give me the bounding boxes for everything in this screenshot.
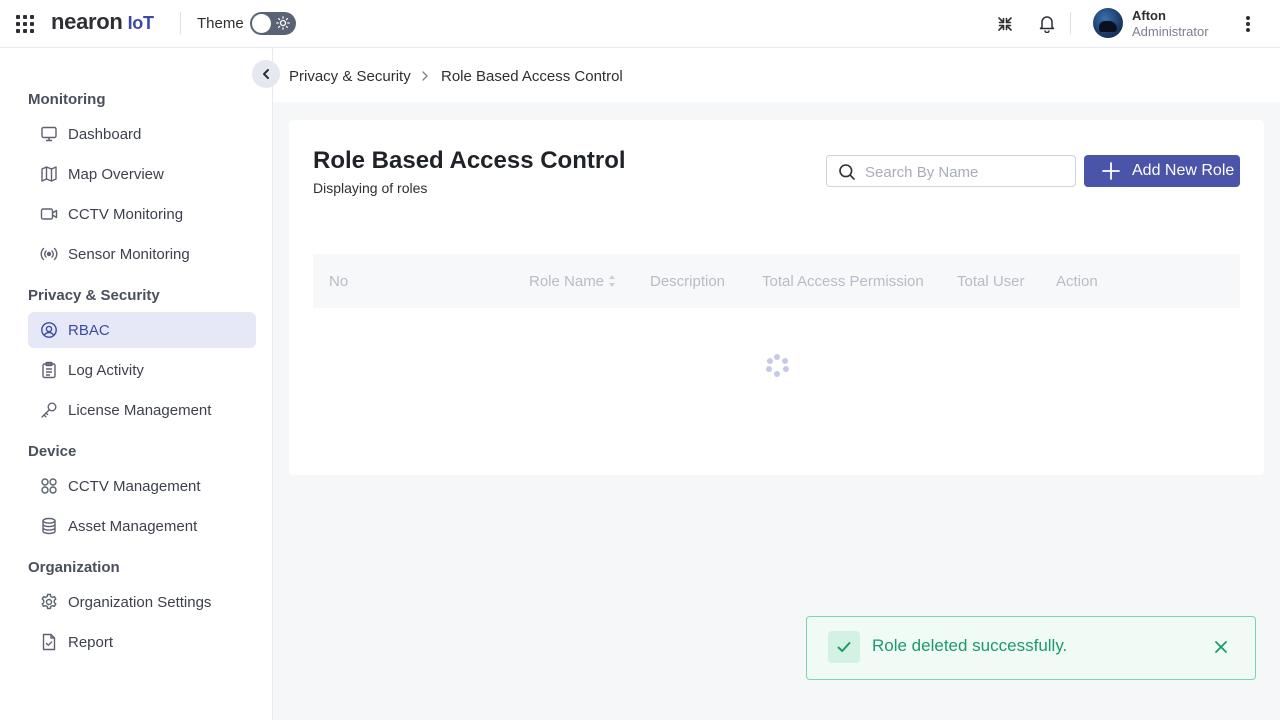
sidebar-item-dashboard[interactable]: Dashboard	[28, 116, 256, 152]
breadcrumb: Privacy & Security Role Based Access Con…	[273, 48, 1280, 102]
sidebar-item-sensor-monitoring[interactable]: Sensor Monitoring	[28, 236, 256, 272]
logo-brand: nearon	[51, 9, 123, 34]
sidebar-section-organization: Organization	[28, 559, 120, 576]
sidebar-section-monitoring: Monitoring	[28, 91, 106, 108]
column-header-total-user: Total User	[957, 273, 1025, 290]
sidebar-item-log-activity[interactable]: Log Activity	[28, 352, 256, 388]
chevron-right-icon	[422, 71, 428, 81]
add-new-role-label: Add New Role	[1132, 162, 1235, 179]
sidebar-item-rbac[interactable]: RBAC	[28, 312, 256, 348]
sort-icon[interactable]	[608, 274, 616, 288]
sidebar-item-map-overview[interactable]: Map Overview	[28, 156, 256, 192]
key-icon	[41, 402, 57, 418]
divider	[180, 12, 181, 34]
document-icon	[42, 633, 56, 651]
top-bar: nearon IoT Theme Afton Administrator	[0, 0, 1280, 48]
loading-spinner	[765, 354, 789, 378]
user-role: Administrator	[1132, 24, 1209, 39]
toggle-knob	[252, 14, 271, 33]
column-header-no: No	[329, 273, 349, 290]
search-box[interactable]	[826, 155, 1076, 187]
logo[interactable]: nearon IoT	[51, 9, 154, 35]
sidebar-item-label: CCTV Monitoring	[68, 206, 184, 223]
clipboard-icon	[42, 361, 56, 379]
monitor-icon	[41, 126, 57, 142]
avatar[interactable]	[1093, 8, 1123, 38]
sidebar-item-organization-settings[interactable]: Organization Settings	[28, 584, 256, 620]
theme-label: Theme	[197, 15, 244, 32]
logo-suffix: IoT	[127, 13, 154, 33]
sidebar-item-license-management[interactable]: License Management	[28, 392, 256, 428]
column-header-role-name[interactable]: Role Name	[529, 273, 604, 290]
add-new-role-button[interactable]: Add New Role	[1084, 155, 1240, 187]
user-circle-icon	[41, 322, 57, 338]
sidebar-item-label: Dashboard	[68, 126, 142, 143]
page-subtitle: Displaying of roles	[313, 180, 428, 196]
more-vertical-icon[interactable]	[1240, 14, 1256, 34]
plus-icon	[1102, 162, 1120, 180]
sidebar-item-asset-management[interactable]: Asset Management	[28, 508, 256, 544]
divider	[1070, 12, 1071, 34]
sidebar-item-label: Sensor Monitoring	[68, 246, 190, 263]
sidebar-item-label: Report	[68, 634, 114, 651]
search-icon	[839, 164, 855, 180]
success-toast: Role deleted successfully.	[806, 616, 1256, 680]
sidebar-item-cctv-management[interactable]: CCTV Management	[28, 468, 256, 504]
column-header-total-access-permission: Total Access Permission	[762, 273, 924, 290]
sidebar-item-label: Log Activity	[68, 362, 144, 379]
sidebar: Monitoring Dashboard Map Overview CCTV M…	[0, 48, 273, 720]
column-header-action: Action	[1056, 273, 1098, 290]
table-header: No Role Name Description Total Access Pe…	[313, 254, 1240, 308]
breadcrumb-current: Role Based Access Control	[441, 68, 623, 85]
sidebar-collapse-button[interactable]	[252, 60, 280, 88]
sidebar-item-label: Organization Settings	[68, 594, 212, 611]
user-name: Afton	[1132, 8, 1166, 23]
search-input[interactable]	[865, 162, 1065, 182]
sidebar-item-report[interactable]: Report	[28, 624, 256, 660]
page-title: Role Based Access Control	[313, 147, 626, 174]
check-icon	[828, 631, 860, 663]
theme-toggle[interactable]	[250, 12, 296, 35]
exit-fullscreen-icon[interactable]	[996, 15, 1014, 33]
broadcast-icon	[40, 247, 58, 261]
apps-grid-icon[interactable]	[16, 15, 34, 33]
video-icon	[40, 208, 58, 220]
column-header-description: Description	[650, 273, 726, 290]
sidebar-section-privacy-security: Privacy & Security	[28, 287, 160, 304]
sidebar-section-device: Device	[28, 443, 77, 460]
map-icon	[41, 166, 57, 182]
gear-icon	[41, 593, 57, 610]
chevron-left-icon	[263, 69, 269, 79]
grid-icon	[41, 478, 57, 494]
sidebar-item-label: RBAC	[68, 322, 110, 339]
toast-message: Role deleted successfully.	[872, 636, 1068, 655]
close-icon[interactable]	[1214, 640, 1228, 654]
sidebar-item-label: CCTV Management	[68, 478, 201, 495]
bell-icon[interactable]	[1037, 13, 1057, 33]
sidebar-item-cctv-monitoring[interactable]: CCTV Monitoring	[28, 196, 256, 232]
database-icon	[42, 517, 56, 535]
sun-icon	[276, 16, 290, 30]
content-card: Role Based Access Control Displaying of …	[289, 120, 1264, 475]
breadcrumb-parent[interactable]: Privacy & Security	[289, 68, 411, 85]
sidebar-item-label: Map Overview	[68, 166, 164, 183]
sidebar-item-label: License Management	[68, 402, 212, 419]
sidebar-item-label: Asset Management	[68, 518, 198, 535]
